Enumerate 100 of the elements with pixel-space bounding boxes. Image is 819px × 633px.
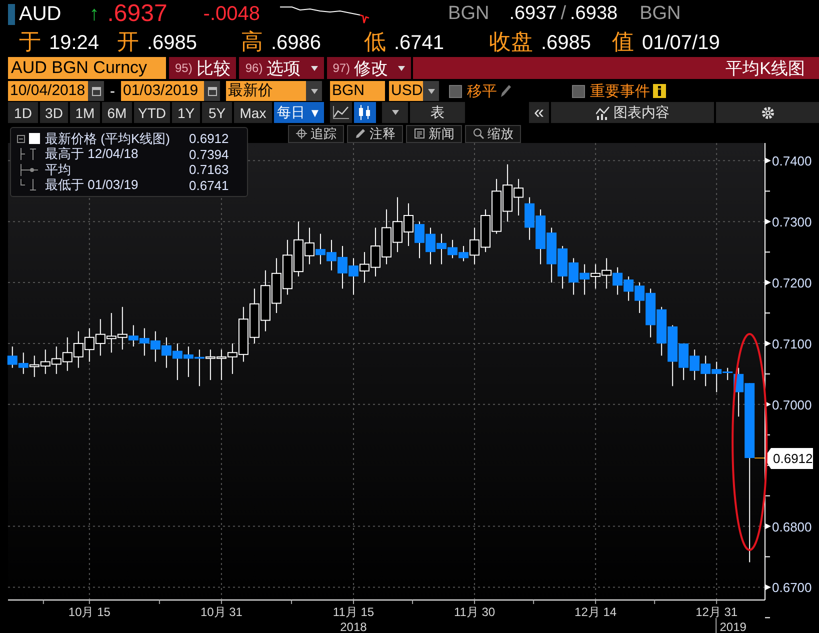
end-date-field[interactable]: 01/03/2019 [121,81,204,101]
checkbox[interactable] [572,84,585,98]
year-label: 2018 [340,620,367,633]
settings-button[interactable] [716,102,819,123]
candlestick [612,266,623,296]
checkbox-label: 移平 [467,82,497,100]
period-button[interactable]: 3D [40,102,68,123]
candlestick [382,208,392,265]
tool-button[interactable]: 新闻 [406,124,462,142]
period-button[interactable]: 6M [102,102,132,123]
dropdown-button[interactable] [423,81,439,101]
candlestick [139,328,150,356]
candlestick [194,349,204,387]
dropdown-icon [398,66,406,70]
field-label: 低 [364,28,386,56]
line-chart-icon [333,106,349,119]
dropdown-button[interactable] [306,81,322,101]
checkbox[interactable] [449,84,462,98]
legend-value: 0.7394 [189,146,230,162]
field-value: .6985 [147,32,198,55]
candlestick [62,336,72,372]
currency-dropdown[interactable]: USD [389,81,423,101]
candlestick [51,346,62,374]
pencil-icon [500,84,512,98]
candlestick [183,346,194,378]
period-button[interactable]: 1D [8,102,38,123]
tool-button[interactable]: 缩放 [465,124,521,142]
chart-type-button[interactable] [330,102,352,123]
leader-line [754,458,766,459]
period-button[interactable]: 1Y [172,102,200,123]
candlestick [161,336,172,368]
menu-button[interactable]: 95) 比较 [169,57,236,79]
start-date-field[interactable]: 10/04/2018 [8,81,88,101]
tool-button[interactable]: 注释 [347,124,403,142]
price-field-dropdown[interactable]: 最新价 [226,81,306,101]
security-field[interactable]: AUD BGN Curncy [8,57,166,79]
candlestick [590,264,601,290]
chart-icon [596,106,610,120]
candlestick [546,227,557,284]
candlestick [338,245,348,290]
table-button[interactable]: 表 [410,102,465,123]
candlestick [414,221,424,259]
tool-button[interactable]: 追踪 [288,124,344,142]
chart-content-button[interactable]: 图表内容 [551,102,714,123]
dropdown-icon [310,66,318,70]
x-axis-label: 12月 31 [696,605,738,619]
calendar-button[interactable] [204,81,220,101]
candlestick [150,330,160,362]
chart-type-button[interactable] [354,102,376,123]
collapse-button[interactable]: « [529,102,549,123]
source-field[interactable]: BGN [330,81,385,101]
candlestick [700,355,711,387]
candlestick [404,202,414,246]
y-axis-label: 0.7400 [772,154,812,169]
menu-button[interactable]: 96) 选项 [239,57,324,79]
pricing-source: BGN [448,3,490,25]
candlestick [624,276,634,302]
price-change: -.0048 [203,2,260,26]
price-label: 0.6912 [764,448,813,470]
candlestick [568,258,579,296]
candlestick [18,352,28,374]
field-label: 高 [241,28,263,56]
candlestick-icon [358,105,372,120]
ask-price: .6938 [570,3,618,25]
frequency-dropdown[interactable]: 每日 ▼ [274,102,324,123]
period-button[interactable]: YTD [134,102,170,123]
y-axis-label: 0.7200 [772,276,812,291]
field-label: 开 [117,28,139,56]
candlestick [249,288,260,344]
info-icon [653,84,666,98]
menu-button[interactable]: 97) 修改 [326,57,412,79]
pricing-source: BGN [640,3,681,25]
candlestick [95,318,106,356]
year-label: 2019 [720,620,746,633]
field-value: .6986 [271,32,322,55]
x-axis-label: 10月 31 [200,605,242,619]
candlestick [580,264,590,296]
candlestick [558,245,568,290]
period-button[interactable]: 5Y [202,102,232,123]
period-button[interactable]: 1M [70,102,100,123]
legend-value: 0.6741 [189,178,230,193]
candlestick [40,349,50,374]
period-button[interactable]: Max [234,102,272,123]
candlestick [524,196,535,240]
candlestick [106,312,116,354]
legend-label: 最低于 01/03/19 [45,176,140,194]
search-icon [472,128,484,139]
y-axis-label: 0.6700 [772,580,812,596]
dropdown-button[interactable] [382,102,408,123]
dropdown-icon [392,110,398,115]
candlestick [480,208,491,253]
document-icon [414,128,424,139]
candlestick [205,349,216,381]
field-value: 19:24 [49,32,100,55]
candlestick [315,233,326,265]
field-label: 值 [612,28,634,56]
candlestick [392,196,402,253]
candlestick [172,342,182,381]
candlestick [536,208,546,265]
calendar-button[interactable] [88,81,104,101]
